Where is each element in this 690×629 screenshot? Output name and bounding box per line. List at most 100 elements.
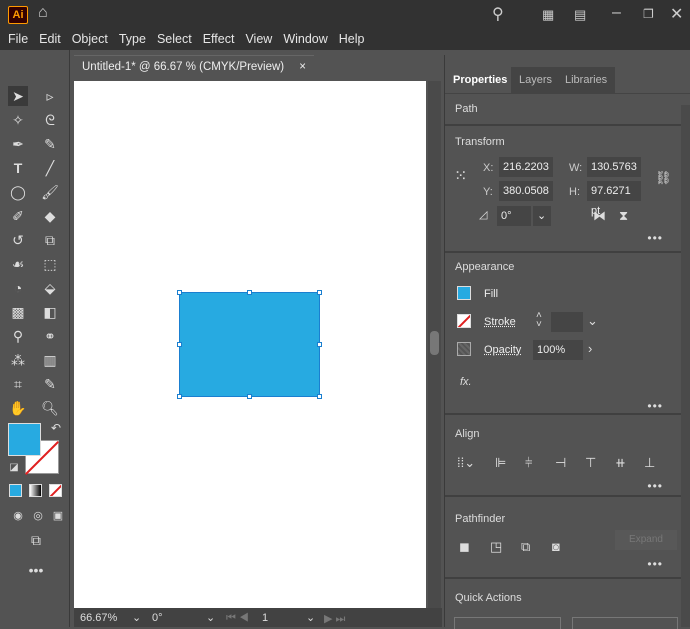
- angle-dropdown-icon[interactable]: ⌄: [533, 206, 551, 226]
- artboard-number[interactable]: 1: [262, 612, 268, 624]
- restore-icon[interactable]: ❐: [643, 7, 654, 21]
- flip-vertical-icon[interactable]: ⧗: [619, 208, 628, 224]
- direct-selection-tool-icon[interactable]: ▹: [40, 86, 60, 106]
- handle-bottom-right[interactable]: [317, 394, 322, 399]
- height-field[interactable]: 97.6271 pt: [587, 181, 641, 217]
- intersect-icon[interactable]: ⧉: [521, 539, 530, 555]
- handle-top-right[interactable]: [317, 290, 322, 295]
- document-tab[interactable]: Untitled-1* @ 66.67 % (CMYK/Preview) ×: [74, 55, 314, 79]
- artboard-tool-icon[interactable]: ⌗: [8, 374, 28, 394]
- stroke-weight-stepper[interactable]: ˄ ˅: [536, 311, 542, 330]
- shape-builder-tool-icon[interactable]: ◔: [8, 278, 28, 298]
- next-artboard-icon[interactable]: ▶ ⏭: [324, 612, 345, 626]
- live-paint-tool-icon[interactable]: ⬙: [40, 278, 60, 298]
- magic-wand-tool-icon[interactable]: ✧: [8, 110, 28, 130]
- none-mode-icon[interactable]: [49, 484, 62, 497]
- opacity-field[interactable]: 100%: [533, 340, 583, 360]
- align-vertical-center-icon[interactable]: ⧺: [615, 455, 626, 471]
- lasso-tool-icon[interactable]: ᘓ: [40, 110, 60, 130]
- selection-tool-icon[interactable]: ➤: [8, 86, 28, 106]
- stroke-dropdown-icon[interactable]: ⌄: [587, 313, 598, 329]
- opacity-label[interactable]: Opacity: [484, 344, 521, 356]
- eraser-tool-icon[interactable]: ◆: [40, 206, 60, 226]
- handle-right[interactable]: [317, 342, 322, 347]
- menu-help[interactable]: Help: [339, 30, 365, 50]
- default-colors-icon[interactable]: ◪: [4, 458, 24, 478]
- handle-left[interactable]: [177, 342, 182, 347]
- edit-toolbar-icon[interactable]: •••: [26, 560, 46, 580]
- align-right-icon[interactable]: ⊣: [555, 455, 566, 471]
- stroke-color-swatch[interactable]: [457, 314, 471, 328]
- shaper-tool-icon[interactable]: ✐: [8, 206, 28, 226]
- more-align-options[interactable]: •••: [647, 479, 663, 493]
- pen-tool-icon[interactable]: ✒: [8, 134, 28, 154]
- handle-top[interactable]: [247, 290, 252, 295]
- close-document-icon[interactable]: ×: [299, 56, 306, 78]
- curvature-tool-icon[interactable]: ✎: [40, 134, 60, 154]
- more-pathfinder-options[interactable]: •••: [647, 557, 663, 571]
- handle-bottom-left[interactable]: [177, 394, 182, 399]
- color-mode-icon[interactable]: [9, 484, 22, 497]
- align-to-selection-icon[interactable]: ⁞⁞⌄: [457, 455, 475, 471]
- draw-normal-icon[interactable]: ◉: [8, 506, 28, 526]
- type-tool-icon[interactable]: T: [8, 158, 28, 178]
- menu-file[interactable]: File: [8, 30, 28, 50]
- x-field[interactable]: 216.2203 p: [499, 157, 553, 193]
- scroll-thumb[interactable]: [430, 331, 439, 355]
- artboard-dropdown-icon[interactable]: ⌄: [306, 611, 315, 624]
- menu-view[interactable]: View: [245, 30, 272, 50]
- more-transform-options[interactable]: •••: [647, 231, 663, 245]
- workspace-icon[interactable]: ▦: [542, 7, 554, 23]
- home-icon[interactable]: ⌂: [38, 4, 48, 22]
- y-field[interactable]: 380.0508 p: [499, 181, 553, 217]
- gradient-mode-icon[interactable]: [29, 484, 42, 497]
- zoom-tool-icon[interactable]: 🔍︎: [40, 398, 60, 418]
- menu-object[interactable]: Object: [72, 30, 108, 50]
- stroke-label[interactable]: Stroke: [484, 316, 516, 328]
- rotation-value[interactable]: 0°: [152, 612, 163, 624]
- zoom-dropdown-icon[interactable]: ⌄: [132, 611, 141, 624]
- fill-swatch-front[interactable]: [8, 423, 41, 456]
- handle-top-left[interactable]: [177, 290, 182, 295]
- perspective-grid-tool-icon[interactable]: ▩: [8, 302, 28, 322]
- ellipse-tool-icon[interactable]: ◯: [8, 182, 28, 202]
- tab-layers[interactable]: Layers: [511, 67, 561, 93]
- search-icon[interactable]: ⚲: [492, 4, 504, 24]
- reference-point-icon[interactable]: ⁙: [454, 166, 467, 186]
- menu-type[interactable]: Type: [119, 30, 146, 50]
- graph-tool-icon[interactable]: ▥: [40, 350, 60, 370]
- close-icon[interactable]: ✕: [670, 4, 683, 24]
- rotate-tool-icon[interactable]: ↺: [8, 230, 28, 250]
- zoom-level[interactable]: 66.67%: [80, 612, 117, 624]
- align-bottom-icon[interactable]: ⊥: [644, 455, 655, 471]
- flip-horizontal-icon[interactable]: ⧓: [593, 208, 606, 224]
- scale-tool-icon[interactable]: ⧉: [40, 230, 60, 250]
- blend-tool-icon[interactable]: ⚭: [40, 326, 60, 346]
- menu-select[interactable]: Select: [157, 30, 192, 50]
- gradient-tool-icon[interactable]: ◧: [40, 302, 60, 322]
- line-tool-icon[interactable]: ╱: [40, 158, 60, 178]
- paintbrush-tool-icon[interactable]: 🖌: [40, 182, 60, 202]
- fill-color-swatch[interactable]: [457, 286, 471, 300]
- eyedropper-tool-icon[interactable]: ⚲: [8, 326, 28, 346]
- symbol-sprayer-tool-icon[interactable]: ⁂: [8, 350, 28, 370]
- arrange-icon[interactable]: ▤: [574, 7, 586, 23]
- slice-tool-icon[interactable]: ✎: [40, 374, 60, 394]
- rotation-dropdown-icon[interactable]: ⌄: [206, 611, 215, 624]
- swap-colors-icon[interactable]: ↶: [46, 418, 66, 438]
- first-artboard-icon[interactable]: ⏮ ◀: [226, 612, 249, 625]
- rotate-angle-field[interactable]: 0°: [497, 206, 531, 226]
- handle-bottom[interactable]: [247, 394, 252, 399]
- free-transform-tool-icon[interactable]: ⬚: [40, 254, 60, 274]
- draw-behind-icon[interactable]: ◎: [28, 506, 48, 526]
- hand-tool-icon[interactable]: ✋: [8, 398, 28, 418]
- menu-edit[interactable]: Edit: [39, 30, 61, 50]
- panel-scrollbar[interactable]: [681, 105, 690, 627]
- align-horizontal-center-icon[interactable]: ⫩: [525, 455, 532, 471]
- minimize-icon[interactable]: –: [612, 4, 621, 22]
- menu-window[interactable]: Window: [283, 30, 327, 50]
- draw-inside-icon[interactable]: ▣: [48, 506, 68, 526]
- stroke-weight-field[interactable]: [551, 312, 583, 332]
- opacity-chevron-icon[interactable]: ›: [588, 341, 592, 356]
- screen-mode-icon[interactable]: ⧉: [26, 530, 46, 550]
